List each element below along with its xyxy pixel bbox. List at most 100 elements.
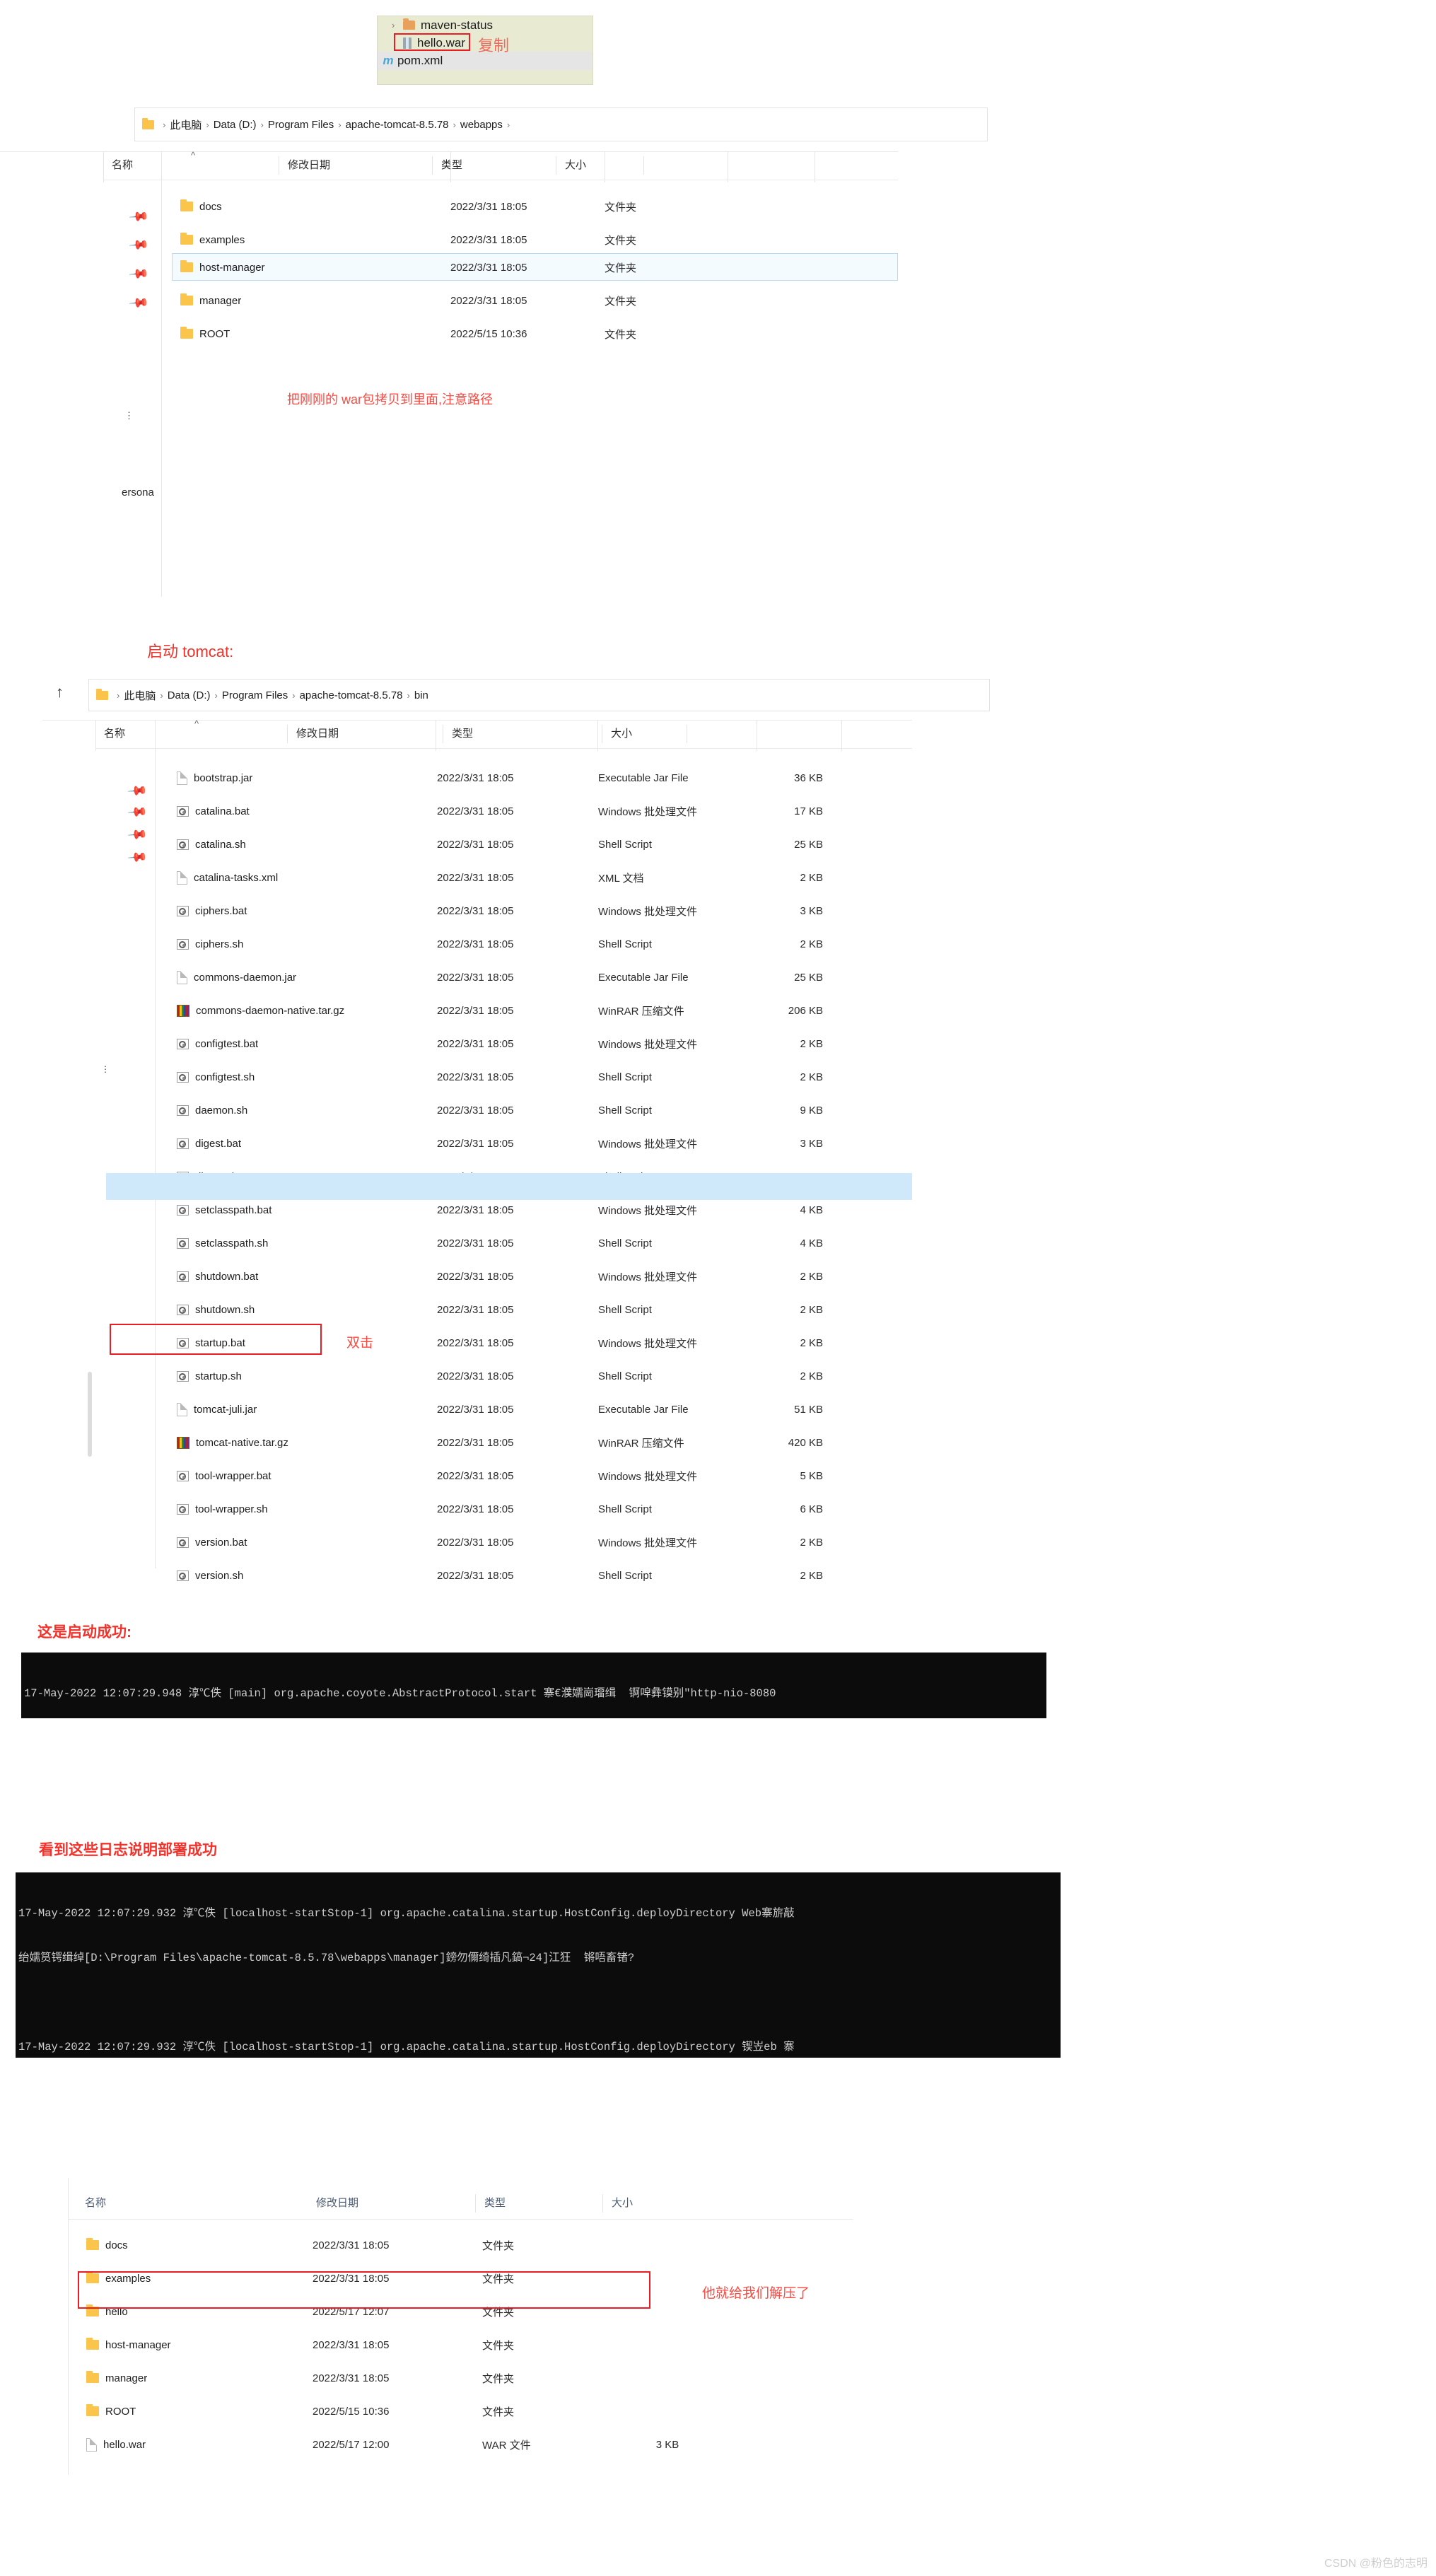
table-row[interactable]: hello.war 2022/5/17 12:00 WAR 文件 3 KB <box>86 2432 850 2456</box>
file-date: 2022/5/17 12:00 <box>313 2438 390 2451</box>
bat-file-icon <box>177 1138 189 1149</box>
tree-item-maven-status[interactable]: › maven-status <box>378 16 593 34</box>
nav-pin-icon[interactable]: 📌 <box>129 234 150 255</box>
navigate-up-icon[interactable]: ↑ <box>56 683 64 701</box>
file-date: 2022/3/31 18:05 <box>313 2338 390 2351</box>
vertical-scrollbar-thumb[interactable] <box>88 1372 92 1457</box>
table-row[interactable]: shutdown.sh 2022/3/31 18:05 Shell Script 2 … <box>177 1298 912 1322</box>
breadcrumb-item[interactable]: Data (D:) <box>168 689 211 701</box>
war-file-icon <box>86 2437 97 2452</box>
table-row[interactable]: docs 2022/3/31 18:05 文件夹 <box>180 192 898 221</box>
folder-icon <box>86 2404 99 2416</box>
breadcrumb-separator: › <box>292 689 296 701</box>
file-name: manager <box>199 294 242 307</box>
col-divider[interactable] <box>597 720 598 751</box>
table-row[interactable]: manager 2022/3/31 18:05 文件夹 <box>180 286 898 315</box>
table-row[interactable]: host-manager 2022/3/31 18:05 文件夹 <box>180 255 898 280</box>
table-row[interactable]: startup.sh 2022/3/31 18:05 Shell Script 2 K… <box>177 1364 912 1388</box>
tree-item-label: pom.xml <box>397 54 443 67</box>
table-row[interactable]: setclasspath.bat 2022/3/31 18:05 Windows 批… <box>177 1198 912 1222</box>
file-type: Windows 批处理文件 <box>598 805 698 818</box>
file-size: 36 KB <box>794 771 823 784</box>
nav-pin-icon[interactable]: 📌 <box>127 846 148 868</box>
table-row[interactable]: ciphers.sh 2022/3/31 18:05 Shell Script 2 K… <box>177 932 912 956</box>
table-row[interactable]: tool-wrapper.bat 2022/3/31 18:05 Windows 批… <box>177 1464 912 1488</box>
table-row[interactable]: configtest.sh 2022/3/31 18:05 Shell Script… <box>177 1065 912 1089</box>
breadcrumb-item[interactable]: Program Files <box>268 119 334 131</box>
bin-address-bar[interactable]: › 此电脑 › Data (D:) › Program Files › apac… <box>88 679 990 711</box>
breadcrumb-item[interactable]: apache-tomcat-8.5.78 <box>300 689 403 701</box>
bin-column-header: 名称 修改日期 类型 大小 <box>95 720 912 748</box>
table-row[interactable]: daemon.sh 2022/3/31 18:05 Shell Script 9 KB <box>177 1098 912 1122</box>
file-size: 3 KB <box>800 904 823 917</box>
table-row[interactable]: host-manager 2022/3/31 18:05 文件夹 <box>86 2333 850 2357</box>
table-row[interactable]: catalina.bat 2022/3/31 18:05 Windows 批处理文件… <box>177 799 912 823</box>
folder-icon <box>180 199 193 211</box>
table-row[interactable]: manager 2022/3/31 18:05 文件夹 <box>86 2366 850 2390</box>
chevron-right-icon[interactable]: › <box>392 20 403 30</box>
column-header-size[interactable]: 大小 <box>602 725 687 743</box>
table-row[interactable]: version.sh 2022/3/31 18:05 Shell Script 2 K… <box>177 1563 912 1587</box>
table-row[interactable]: ROOT 2022/5/15 10:36 文件夹 <box>86 2399 850 2423</box>
webapps-address-bar[interactable]: › 此电脑 › Data (D:) › Program Files › apac… <box>134 107 988 141</box>
breadcrumb-separator: › <box>117 689 120 701</box>
table-row[interactable]: tomcat-juli.jar 2022/3/31 18:05 Executable… <box>177 1397 912 1421</box>
file-type: Windows 批处理文件 <box>598 1038 698 1051</box>
breadcrumb-item[interactable]: Program Files <box>222 689 288 701</box>
nav-pin-icon[interactable]: 📌 <box>127 824 148 845</box>
col-divider[interactable] <box>841 720 842 751</box>
table-row[interactable]: configtest.bat 2022/3/31 18:05 Windows 批处理… <box>177 1032 912 1056</box>
breadcrumb-item[interactable]: 此电脑 <box>170 117 202 132</box>
column-header-date[interactable]: 修改日期 <box>279 156 432 175</box>
breadcrumb-item[interactable]: 此电脑 <box>124 688 156 703</box>
table-row[interactable]: examples 2022/3/31 18:05 文件夹 <box>180 226 898 254</box>
table-row[interactable]: setclasspath.sh 2022/3/31 18:05 Shell Scri… <box>177 1231 912 1255</box>
table-row[interactable]: commons-daemon-native.tar.gz 2022/3/31 18… <box>177 998 912 1022</box>
column-header-name[interactable]: 名称 <box>95 725 287 743</box>
file-name: tool-wrapper.bat <box>195 1469 272 1482</box>
nav-pin-icon[interactable]: 📌 <box>127 801 148 822</box>
table-row[interactable]: catalina-tasks.xml 2022/3/31 18:05 XML 文档 2… <box>177 866 912 890</box>
table-row[interactable]: ciphers.bat 2022/3/31 18:05 Windows 批处理文件 3… <box>177 899 912 923</box>
table-row[interactable]: version.bat 2022/3/31 18:05 Windows 批处理文件 2… <box>177 1530 912 1554</box>
file-name: examples <box>199 233 245 246</box>
table-row[interactable]: tomcat-native.tar.gz 2022/3/31 18:05 WinRA… <box>177 1430 912 1455</box>
table-row[interactable]: shutdown.bat 2022/3/31 18:05 Windows 批处理文件… <box>177 1264 912 1288</box>
column-header-type[interactable]: 类型 <box>443 725 602 743</box>
column-header-name[interactable]: 名称 <box>76 2194 308 2213</box>
bin-header-bottom-rule <box>95 748 912 749</box>
file-date: 2022/3/31 18:05 <box>437 838 514 851</box>
column-header-type[interactable]: 类型 <box>475 2194 602 2213</box>
nav-pin-icon[interactable]: 📌 <box>129 292 150 313</box>
file-size: 4 KB <box>800 1204 823 1216</box>
file-size: 206 KB <box>788 1004 823 1017</box>
column-header-date[interactable]: 修改日期 <box>287 725 443 743</box>
file-name: daemon.sh <box>195 1104 248 1117</box>
breadcrumb-item[interactable]: webapps <box>460 119 503 131</box>
table-row[interactable]: catalina.sh 2022/3/31 18:05 Shell Script 25… <box>177 832 912 856</box>
table-row[interactable]: tool-wrapper.sh 2022/3/31 18:05 Shell Scri… <box>177 1497 912 1521</box>
nav-pin-icon[interactable]: 📌 <box>127 780 148 801</box>
breadcrumb-item[interactable]: apache-tomcat-8.5.78 <box>346 119 449 131</box>
column-header-size[interactable]: 大小 <box>556 156 643 175</box>
table-row[interactable]: digest.bat 2022/3/31 18:05 Windows 批处理文件 3 … <box>177 1131 912 1155</box>
nav-pin-icon[interactable]: 📌 <box>129 206 150 227</box>
table-row[interactable]: ROOT 2022/5/15 10:36 文件夹 <box>180 320 898 348</box>
file-size: 9 KB <box>800 1104 823 1117</box>
nav-pin-icon[interactable]: 📌 <box>129 263 150 284</box>
column-header-date[interactable]: 修改日期 <box>308 2194 475 2213</box>
file-type: Windows 批处理文件 <box>598 1470 698 1483</box>
file-name: manager <box>105 2372 148 2384</box>
file-name: catalina.sh <box>195 838 246 851</box>
table-row[interactable]: commons-daemon.jar 2022/3/31 18:05 Executa… <box>177 965 912 989</box>
nav-partial-label[interactable]: ersona <box>122 486 154 499</box>
file-date: 2022/3/31 18:05 <box>450 261 527 274</box>
table-row[interactable]: bootstrap.jar 2022/3/31 18:05 Executable J… <box>177 766 912 790</box>
col-divider[interactable] <box>450 151 451 182</box>
column-header-size[interactable]: 大小 <box>602 2194 737 2213</box>
file-name: ROOT <box>105 2405 136 2418</box>
table-row[interactable]: docs 2022/3/31 18:05 文件夹 <box>86 2233 850 2257</box>
breadcrumb-item[interactable]: bin <box>414 689 428 701</box>
breadcrumb-item[interactable]: Data (D:) <box>214 119 257 131</box>
bat-file-icon <box>177 805 189 817</box>
